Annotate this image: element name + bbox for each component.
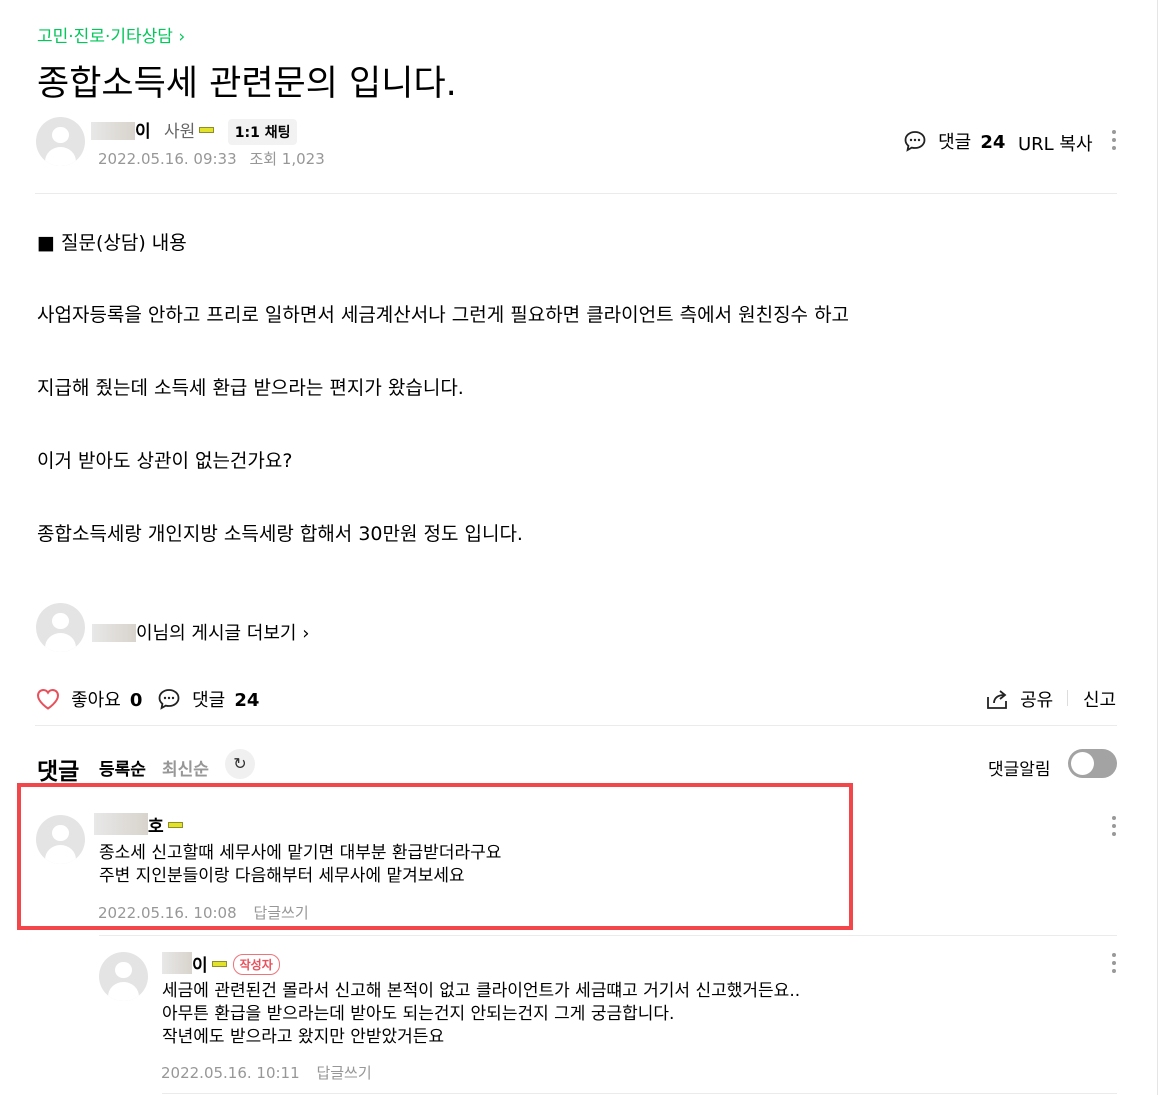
more-posts-link[interactable]: 이님의 게시글 더보기 › [92,619,309,645]
rank-badge-icon [167,822,183,828]
post-title: 종합소득세 관련문의 입니다. [37,64,457,104]
reply-more-icon[interactable] [1112,953,1116,973]
notify-label: 댓글알림 [988,760,1051,780]
author-name-redacted [92,624,136,642]
author-role: 사원 [164,122,196,142]
heart-icon [36,688,60,710]
sort-registered-tab[interactable]: 등록순 [99,755,146,780]
writer-badge: 작성자 [232,954,280,975]
comment-meta: 2022.05.16. 10:08 답글쓰기 [98,902,309,923]
comment-line: 작년에도 받으라고 왔지만 안받았거든요 [162,1027,445,1047]
post-body-line: 지급해 줬는데 소득세 환급 받으라는 편지가 왔습니다. [37,377,464,399]
reply-meta: 2022.05.16. 10:11 답글쓰기 [161,1062,372,1083]
action-comment-count: 24 [234,690,260,711]
page-edge-line [1157,0,1158,1095]
reply-button[interactable]: 답글쓰기 [253,904,308,922]
header-divider [35,193,1117,194]
board-category-link[interactable]: 고민·진로·기타상담 › [37,22,185,47]
author-name-redacted [94,813,148,835]
comment-line: 종소세 신고할때 세무사에 맡기면 대부분 환급받더라구요 [99,843,502,863]
header-comment-count: 24 [980,132,1006,153]
author-avatar[interactable] [36,117,85,166]
comment-author-suffix: 호 [148,817,164,837]
post-views: 조회 1,023 [249,150,325,168]
refresh-icon[interactable]: ↻ [225,749,255,779]
like-label: 좋아요 [71,690,121,711]
reply-date: 2022.05.16. 10:11 [161,1064,300,1082]
reply-author-suffix: 이 [192,956,208,976]
reply-button[interactable]: 답글쓰기 [316,1064,371,1082]
sort-latest-tab[interactable]: 최신순 [162,755,209,780]
post-body-line: 이거 받아도 상관이 없는건가요? [37,450,293,472]
reply-avatar[interactable] [99,952,148,1001]
comment-divider [99,935,1117,936]
notify-toggle[interactable] [1068,749,1117,778]
post-more-icon[interactable] [1112,130,1116,150]
comment-line: 세금에 관련된건 몰라서 신고해 본적이 없고 클라이언트가 세금떄고 거기서 … [162,981,801,1001]
comment-more-icon[interactable] [1112,816,1116,836]
action-comment-button[interactable]: 댓글 24 [157,686,259,712]
comment-text: 종소세 신고할때 세무사에 맡기면 대부분 환급받더라구요 주변 지인분들이랑 … [99,842,501,888]
share-label: 공유 [1020,690,1054,711]
comment-date: 2022.05.16. 10:08 [98,904,237,922]
post-body-line: 종합소득세랑 개인지방 소득세랑 합해서 30만원 정도 입니다. [37,523,523,545]
url-copy-button[interactable]: URL 복사 [1018,130,1093,156]
comment-avatar[interactable] [36,815,85,864]
share-button[interactable]: 공유 [985,686,1053,712]
post-date: 2022.05.16. 09:33 [98,150,237,168]
more-posts-avatar[interactable] [36,603,85,652]
reply-author[interactable]: 이 작성자 [162,951,280,976]
action-comment-label: 댓글 [192,690,226,711]
comment-author[interactable]: 호 [94,812,183,837]
author-name-redacted [162,952,192,974]
post-meta: 2022.05.16. 09:33 조회 1,023 [98,148,325,169]
actions-divider [35,725,1117,726]
post-body-line: ■ 질문(상담) 내용 [37,232,187,254]
author-name-suffix[interactable]: 이 [135,122,151,142]
author-name-redacted [91,122,135,140]
comment-bubble-icon [158,689,180,710]
share-icon [987,690,1007,709]
rank-badge-icon [199,127,215,133]
author-line: 이 사원 1:1 채팅 [91,117,298,145]
reply-divider [162,1093,1117,1094]
header-comment-link[interactable]: 댓글 24 [903,128,1005,154]
comment-line: 주변 지인분들이랑 다음해부터 세무사에 맡겨보세요 [99,866,465,886]
post-body-line: 사업자등록을 안하고 프리로 일하면서 세금계산서나 그런게 필요하면 클라이언… [37,304,850,326]
action-separator [1067,690,1068,706]
comment-line: 아무튼 환급을 받으라는데 받아도 되는건지 안되는건지 그게 궁금합니다. [162,1004,675,1024]
header-comment-label: 댓글 [938,132,972,153]
rank-badge-icon [211,961,227,967]
chat-button[interactable]: 1:1 채팅 [227,119,298,145]
more-posts-label: 이님의 게시글 더보기 › [136,623,310,644]
comment-bubble-icon [904,131,926,152]
reply-text: 세금에 관련된건 몰라서 신고해 본적이 없고 클라이언트가 세금떄고 거기서 … [162,980,800,1049]
report-button[interactable]: 신고 [1083,686,1116,712]
like-count: 0 [129,690,143,711]
comments-heading: 댓글 [37,759,80,785]
like-button[interactable]: 좋아요 0 [36,686,142,712]
